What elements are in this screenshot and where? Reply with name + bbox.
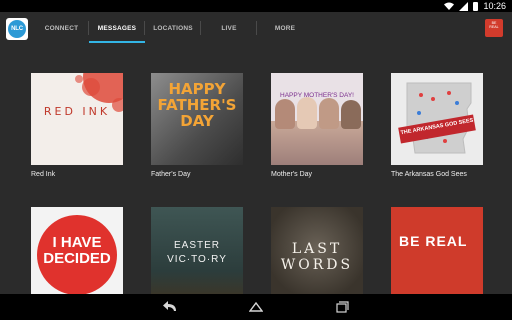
person-figure bbox=[297, 97, 317, 129]
series-cover: I HAVE DECIDED bbox=[31, 207, 123, 294]
tab-label: LOCATIONS bbox=[153, 24, 193, 32]
series-card-i-have-decided[interactable]: I HAVE DECIDED bbox=[31, 207, 123, 294]
ink-splash-art bbox=[75, 73, 123, 112]
signal-icon bbox=[459, 1, 469, 11]
series-title: Father's Day bbox=[151, 171, 191, 178]
series-card-be-real[interactable]: BE REAL bbox=[391, 207, 483, 294]
series-card-last-words[interactable]: LAST WORDS bbox=[271, 207, 363, 294]
series-cover-text: RED INK bbox=[43, 105, 111, 118]
series-cover: EASTER VIC·TO·RY bbox=[151, 207, 243, 294]
series-cover: HAPPY MOTHER'S DAY! bbox=[271, 73, 363, 165]
series-title: Mother's Day bbox=[271, 171, 313, 178]
brand-badge-text: BE REAL bbox=[489, 21, 499, 29]
status-icons: 10:26 bbox=[444, 0, 506, 12]
series-cover: LAST WORDS bbox=[271, 207, 363, 294]
home-button[interactable] bbox=[248, 300, 264, 314]
series-card-easter-victory[interactable]: EASTER VIC·TO·RY bbox=[151, 207, 243, 294]
tab-label: CONNECT bbox=[44, 24, 79, 32]
tab-label: LIVE bbox=[221, 24, 237, 32]
series-card-arkansas-god-sees[interactable]: THE ARKANSAS GOD SEES The Arkansas God S… bbox=[391, 73, 483, 178]
app-bar: NLC CONNECT MESSAGES LOCATIONS LIVE MORE… bbox=[0, 12, 512, 44]
tab-live[interactable]: LIVE bbox=[201, 12, 257, 44]
recents-icon bbox=[336, 301, 349, 313]
person-figure bbox=[341, 100, 361, 129]
tab-messages[interactable]: MESSAGES bbox=[89, 12, 145, 44]
series-card-red-ink[interactable]: RED INK Red Ink bbox=[31, 73, 123, 178]
series-card-mothers-day[interactable]: HAPPY MOTHER'S DAY! Mother's Day bbox=[271, 73, 363, 178]
series-cover: HAPPY FATHER'S DAY bbox=[151, 73, 243, 165]
person-figure bbox=[275, 99, 295, 129]
messages-grid: RED INK Red Ink HAPPY FATHER'S DAY Fathe… bbox=[0, 44, 512, 294]
back-icon bbox=[163, 301, 176, 311]
series-cover-text: EASTER VIC·TO·RY bbox=[167, 240, 227, 265]
series-cover-text: I HAVE DECIDED bbox=[43, 234, 111, 267]
series-cover: THE ARKANSAS GOD SEES bbox=[391, 73, 483, 165]
tab-more[interactable]: MORE bbox=[257, 12, 313, 44]
series-title: The Arkansas God Sees bbox=[391, 171, 467, 178]
home-icon bbox=[249, 302, 263, 312]
app-logo[interactable]: NLC bbox=[6, 18, 28, 40]
brand-badge[interactable]: BE REAL bbox=[485, 19, 503, 37]
series-cover-text: HAPPY FATHER'S DAY bbox=[157, 80, 237, 130]
series-card-fathers-day[interactable]: HAPPY FATHER'S DAY Father's Day bbox=[151, 73, 243, 178]
system-nav-bar bbox=[0, 294, 512, 320]
app-logo-text: NLC bbox=[8, 20, 26, 38]
person-figure bbox=[319, 98, 339, 129]
series-cover-text: HAPPY MOTHER'S DAY! bbox=[280, 92, 354, 99]
tab-connect[interactable]: CONNECT bbox=[34, 12, 89, 44]
back-button[interactable] bbox=[162, 300, 178, 314]
tab-label: MESSAGES bbox=[97, 24, 137, 32]
series-cover: RED INK bbox=[31, 73, 123, 165]
series-title: Red Ink bbox=[31, 171, 56, 178]
battery-icon bbox=[473, 1, 479, 11]
series-cover: BE REAL bbox=[391, 207, 483, 294]
clock: 10:26 bbox=[483, 1, 506, 11]
recents-button[interactable] bbox=[334, 300, 350, 314]
series-cover-text: BE REAL bbox=[399, 233, 468, 249]
tab-label: MORE bbox=[274, 24, 296, 32]
tab-bar: CONNECT MESSAGES LOCATIONS LIVE MORE bbox=[34, 12, 313, 44]
series-cover-text: LAST WORDS bbox=[280, 241, 354, 273]
wifi-icon bbox=[444, 2, 455, 10]
tab-locations[interactable]: LOCATIONS bbox=[145, 12, 201, 44]
status-bar: 10:26 bbox=[0, 0, 512, 12]
